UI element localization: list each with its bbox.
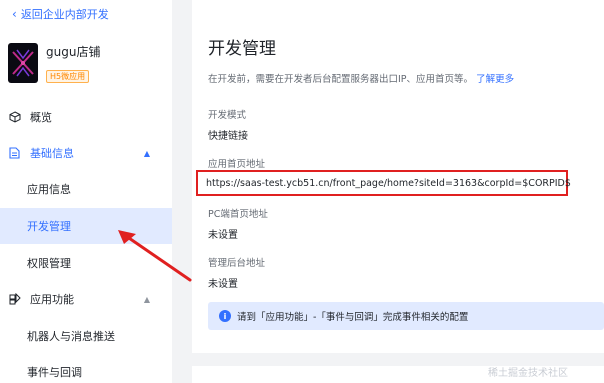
sidebar-item-label: 应用信息 <box>27 183 71 196</box>
learn-more-link[interactable]: 了解更多 <box>476 74 514 85</box>
info-icon: i <box>219 310 231 322</box>
home-url-value: https://saas-test.ycb51.cn/front_page/ho… <box>206 177 571 189</box>
sidebar-group-basic-info[interactable]: 基础信息 ▲ <box>0 135 172 171</box>
sidebar-item-app-info[interactable]: 应用信息 <box>0 171 172 207</box>
sidebar-item-label: 概览 <box>30 111 52 124</box>
chevron-left-icon: ‹ <box>12 7 17 21</box>
home-url-label: 应用首页地址 <box>208 159 266 170</box>
info-banner: i 请到「应用功能」-「事件与回调」完成事件相关的配置 <box>208 302 604 330</box>
watermark-text: 稀土掘金技术社区 <box>488 368 568 379</box>
sidebar-item-robot-push[interactable]: 机器人与消息推送 <box>0 318 172 354</box>
sidebar-item-label: 机器人与消息推送 <box>27 330 115 343</box>
sidebar-group-label: 应用功能 <box>30 293 74 306</box>
dev-manage-panel: 开发管理 在开发前，需要在开发者后台配置服务器出口IP、应用首页等。 了解更多 … <box>192 0 604 353</box>
app-logo <box>8 43 38 83</box>
sidebar-item-label: 事件与回调 <box>27 366 82 379</box>
caret-up-icon: ▲ <box>143 294 150 304</box>
document-icon <box>9 147 23 159</box>
admin-url-label: 管理后台地址 <box>208 258 266 269</box>
app-card: gugu店铺 H5微应用 <box>8 40 168 86</box>
annotation-arrow-icon <box>118 230 192 282</box>
pc-url-value: 未设置 <box>208 230 238 241</box>
sidebar-item-label: 权限管理 <box>27 257 71 270</box>
caret-up-icon: ▲ <box>143 148 150 158</box>
back-link[interactable]: ‹ 返回企业内部开发 <box>12 6 109 22</box>
back-link-label: 返回企业内部开发 <box>20 8 109 21</box>
page-description: 在开发前，需要在开发者后台配置服务器出口IP、应用首页等。 了解更多 <box>208 71 514 85</box>
sidebar-item-events[interactable]: 事件与回调 <box>0 354 172 383</box>
home-url-highlight: https://saas-test.ycb51.cn/front_page/ho… <box>196 170 571 196</box>
sidebar-group-label: 基础信息 <box>30 147 74 160</box>
admin-url-value: 未设置 <box>208 279 238 290</box>
app-name: gugu店铺 <box>46 45 101 59</box>
app-type-badge: H5微应用 <box>46 70 90 83</box>
sidebar: ‹ 返回企业内部开发 gugu店铺 H5微应用 概览 基础信息 ▲ 应用信息 开… <box>0 0 172 383</box>
sidebar-item-label: 开发管理 <box>27 220 71 233</box>
cube-icon <box>9 111 23 123</box>
page-title: 开发管理 <box>208 39 276 59</box>
sidebar-item-overview[interactable]: 概览 <box>0 99 172 135</box>
dev-mode-label: 开发模式 <box>208 110 247 121</box>
plugin-icon <box>9 293 23 305</box>
info-banner-text: 请到「应用功能」-「事件与回调」完成事件相关的配置 <box>237 312 469 323</box>
dev-mode-value: 快捷链接 <box>208 131 248 142</box>
pc-url-label: PC端首页地址 <box>208 209 268 220</box>
description-text: 在开发前，需要在开发者后台配置服务器出口IP、应用首页等。 <box>208 74 474 85</box>
watermark: 稀土掘金技术社区 <box>488 364 568 379</box>
